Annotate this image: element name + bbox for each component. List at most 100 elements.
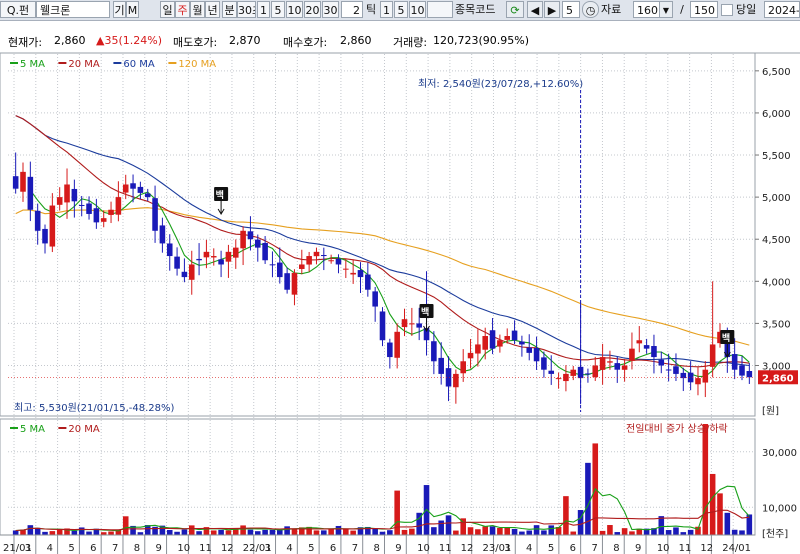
volume-bar bbox=[629, 531, 635, 535]
candle-body bbox=[497, 340, 503, 347]
time-axis-tick-label: 9 bbox=[395, 543, 401, 554]
volume-bar bbox=[431, 527, 437, 535]
time-axis-tick-label: 10 bbox=[417, 543, 430, 554]
price-axis-tick-label: 6,000 bbox=[762, 109, 791, 120]
low-price-annotation: 최저: 2,540원(23/07/28,+12.60%) bbox=[418, 78, 583, 90]
candle-body bbox=[240, 230, 246, 249]
volume-bar bbox=[497, 527, 503, 535]
time-axis-tick-label: 4 bbox=[47, 543, 53, 554]
candle-body bbox=[431, 341, 437, 362]
volume-bar bbox=[724, 512, 731, 535]
candle-body bbox=[27, 176, 34, 210]
stock-chart[interactable]: 6,5006,0005,5005,0004,5004,0003,5003,000… bbox=[0, 0, 800, 554]
candle-body bbox=[284, 273, 290, 290]
badge-text: 백 bbox=[722, 332, 730, 344]
candle-body bbox=[489, 330, 496, 349]
volume-bar bbox=[210, 530, 217, 535]
volume-bar bbox=[475, 529, 481, 535]
price-axis-tick-label: 3,500 bbox=[762, 319, 791, 330]
volume-bar bbox=[563, 496, 569, 535]
time-axis-tick-label: 8 bbox=[134, 543, 140, 554]
time-axis-tick-label: 6 bbox=[570, 543, 576, 554]
candle-body bbox=[299, 264, 305, 269]
price-axis-tick-label: 5,500 bbox=[762, 151, 791, 162]
candle-body bbox=[350, 272, 356, 275]
volume-bar bbox=[401, 529, 408, 535]
candle-body bbox=[137, 186, 144, 193]
volume-bar bbox=[27, 525, 34, 535]
volume-bar bbox=[702, 424, 709, 535]
volume-bar bbox=[511, 528, 518, 535]
candle-body bbox=[607, 361, 613, 363]
volume-bar bbox=[621, 528, 628, 535]
price-axis-tick-label: 6,500 bbox=[762, 67, 791, 78]
volume-bar bbox=[254, 531, 261, 535]
current-price-badge-text: 2,860 bbox=[762, 373, 794, 384]
price-unit-label: [원] bbox=[762, 405, 779, 417]
volume-bar bbox=[71, 530, 78, 535]
badge-text: 백 bbox=[421, 306, 429, 318]
candle-body bbox=[152, 198, 158, 231]
candle-body bbox=[460, 361, 466, 374]
volume-bar bbox=[453, 530, 459, 535]
volume-bar bbox=[284, 526, 290, 535]
volume-legend-label: 20 MA bbox=[68, 424, 100, 435]
volume-bar bbox=[86, 531, 92, 535]
volume-bar bbox=[467, 527, 474, 535]
candle-body bbox=[12, 176, 19, 189]
candle-body bbox=[78, 204, 85, 206]
volume-bar bbox=[548, 525, 555, 535]
volume-bar bbox=[394, 490, 400, 535]
candle-body bbox=[122, 184, 129, 193]
candle-body bbox=[291, 272, 298, 295]
candle-body bbox=[394, 331, 400, 358]
price-axis-tick-label: 5,000 bbox=[762, 193, 791, 204]
price-axis-tick-label: 4,500 bbox=[762, 235, 791, 246]
candle-body bbox=[453, 373, 459, 388]
volume-bar bbox=[350, 530, 356, 535]
candle-body bbox=[636, 340, 643, 344]
candle-body bbox=[643, 345, 650, 349]
volume-bar bbox=[218, 529, 224, 535]
candle-body bbox=[585, 373, 591, 375]
candle-body bbox=[599, 357, 606, 370]
volume-panel-frame bbox=[0, 418, 756, 536]
candle-body bbox=[166, 243, 173, 257]
candle-body bbox=[746, 371, 753, 378]
time-axis-tick-label: 11 bbox=[199, 543, 212, 554]
volume-bar bbox=[240, 525, 246, 535]
candle-body bbox=[504, 336, 511, 340]
volume-bar bbox=[247, 529, 254, 535]
price-legend-label: 20 MA bbox=[68, 59, 100, 70]
candle-body bbox=[93, 208, 100, 223]
candle-body bbox=[34, 210, 41, 231]
candle-body bbox=[313, 251, 320, 257]
time-axis-tick-label: 12 bbox=[221, 543, 234, 554]
volume-bar bbox=[658, 516, 665, 535]
candle-body bbox=[526, 347, 533, 353]
time-axis-tick-label: 11 bbox=[439, 543, 452, 554]
candle-body bbox=[306, 256, 312, 265]
candle-body bbox=[328, 260, 334, 262]
candle-body bbox=[188, 264, 195, 280]
candle-body bbox=[181, 271, 188, 278]
candle-body bbox=[409, 323, 415, 325]
candle-body bbox=[533, 348, 540, 362]
time-axis-tick-label: 10 bbox=[177, 543, 190, 554]
volume-bar bbox=[196, 531, 202, 535]
candle-body bbox=[100, 218, 107, 222]
candle-body bbox=[709, 344, 716, 367]
candle-body bbox=[130, 183, 136, 189]
candle-body bbox=[232, 247, 239, 258]
time-axis-tick-label: 7 bbox=[591, 543, 597, 554]
time-axis-tick-label: 6 bbox=[330, 543, 336, 554]
volume-bar bbox=[504, 527, 511, 535]
candle-body bbox=[541, 357, 547, 370]
candle-body bbox=[438, 357, 444, 374]
volume-bar bbox=[372, 528, 378, 535]
time-axis-tick-label: 3 bbox=[265, 543, 271, 554]
volume-bar bbox=[585, 462, 591, 535]
time-axis-tick-label: 7 bbox=[352, 543, 358, 554]
candle-body bbox=[210, 256, 217, 258]
candle-body bbox=[665, 369, 672, 371]
